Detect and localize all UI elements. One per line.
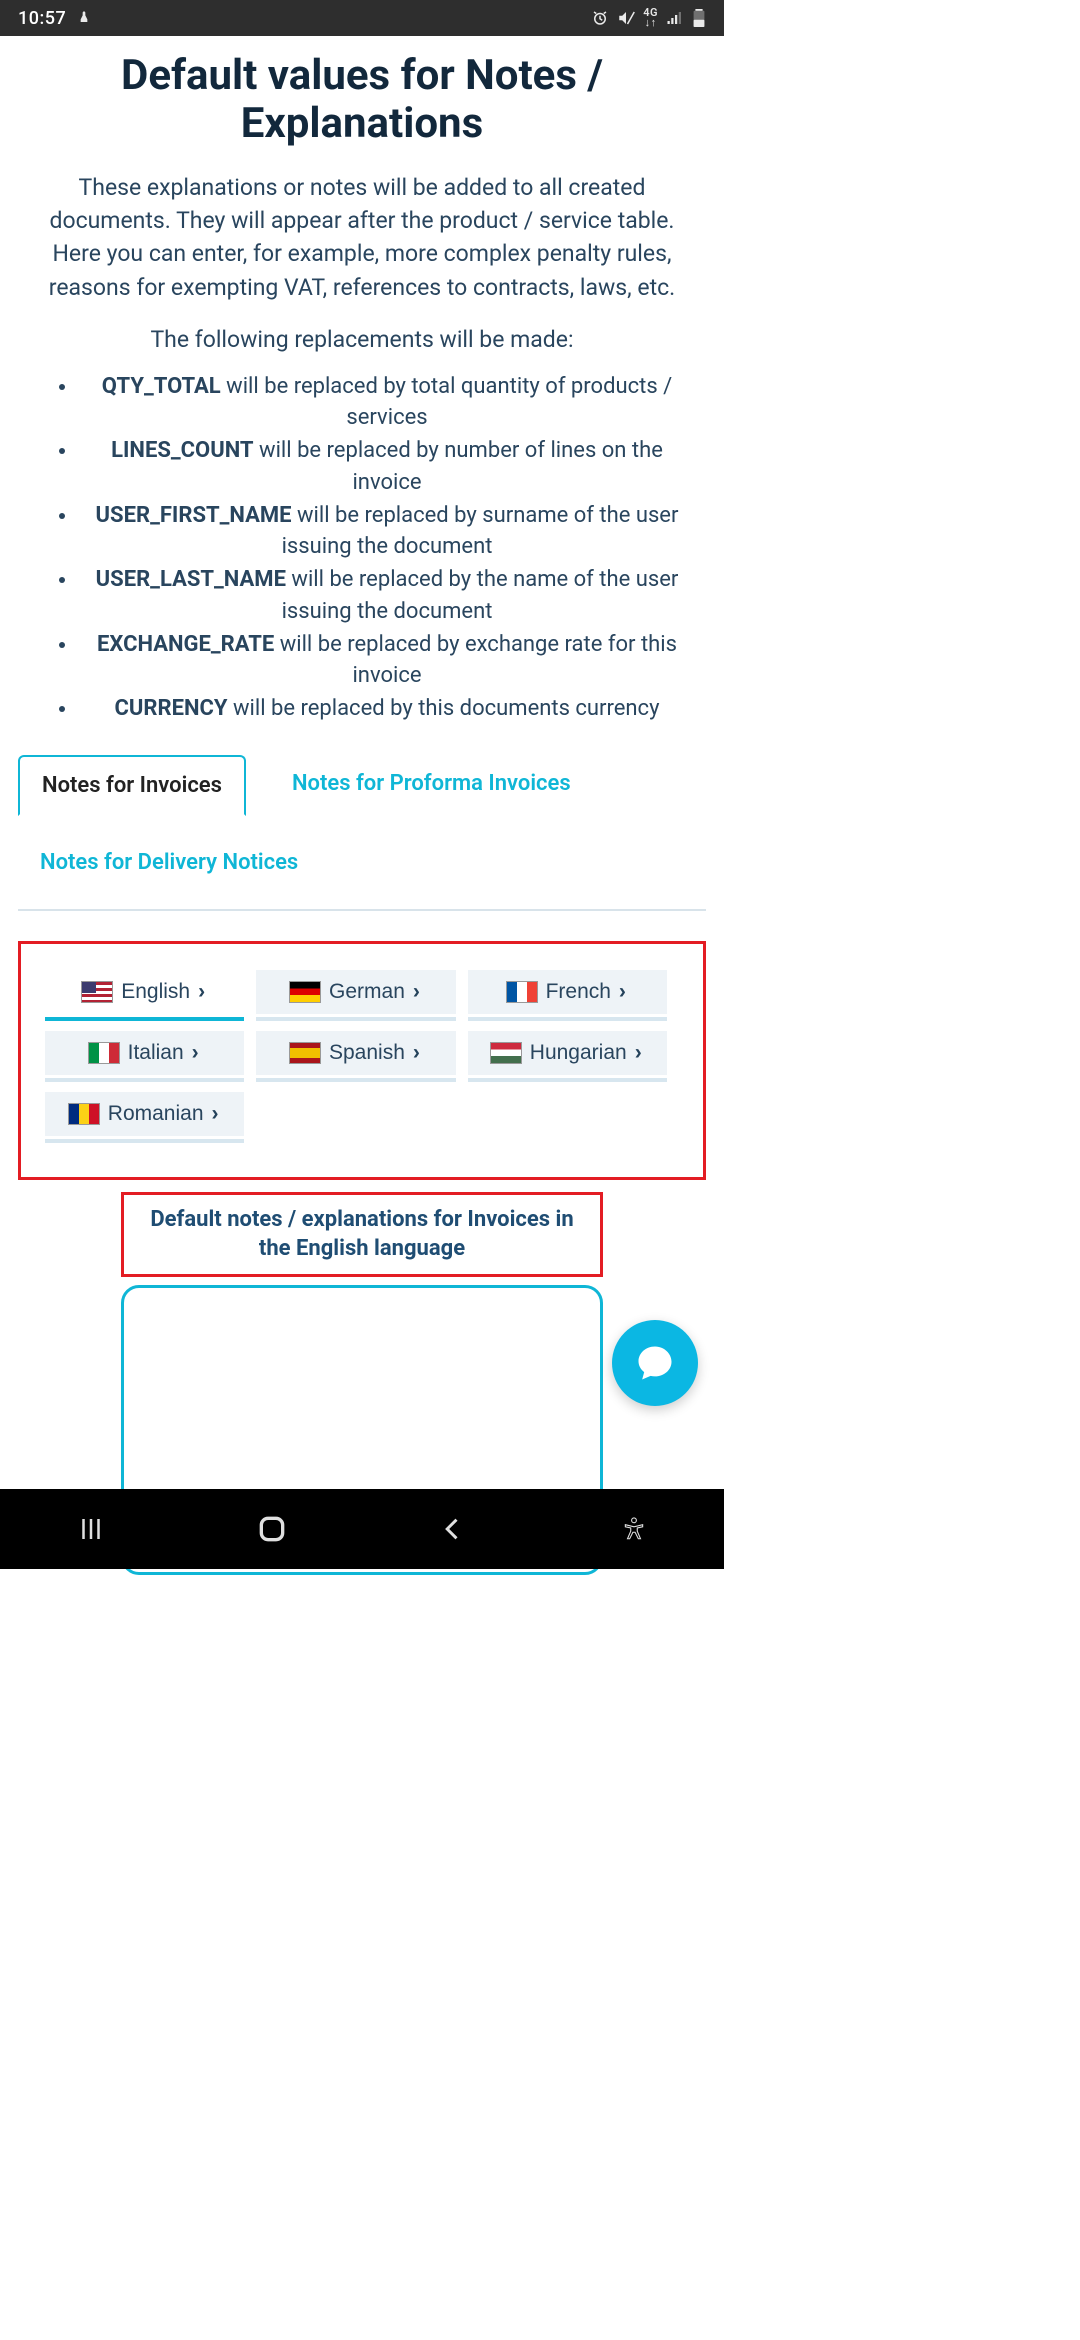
flag-de-icon — [289, 981, 321, 1003]
chevron-right-icon: › — [192, 1041, 199, 1065]
tab-notes-proforma[interactable]: Notes for Proforma Invoices — [270, 755, 593, 816]
lang-italian-button[interactable]: Italian › — [45, 1031, 244, 1075]
mute-icon — [617, 9, 635, 27]
flag-us-icon — [81, 981, 113, 1003]
lang-label: Italian — [128, 1041, 184, 1065]
lang-col-italian: Italian › — [45, 1031, 244, 1082]
lang-col-english: English › — [45, 970, 244, 1021]
android-nav-bar — [0, 1489, 724, 1569]
lang-label: French — [546, 980, 611, 1004]
network-arrows: ↓↑ — [645, 18, 657, 28]
flag-hu-icon — [490, 1042, 522, 1064]
lang-label: English — [121, 980, 190, 1004]
flag-it-icon — [88, 1042, 120, 1064]
lang-spanish-button[interactable]: Spanish › — [256, 1031, 455, 1075]
lang-hungarian-button[interactable]: Hungarian › — [468, 1031, 667, 1075]
chevron-right-icon: › — [413, 980, 420, 1004]
chevron-right-icon: › — [635, 1041, 642, 1065]
lang-english-button[interactable]: English › — [45, 970, 244, 1014]
lang-underline — [468, 1017, 667, 1021]
language-selector-box: English › German › French › — [18, 941, 706, 1180]
nav-back-button[interactable] — [423, 1499, 483, 1559]
flag-fr-icon — [506, 981, 538, 1003]
section-heading: Default notes / explanations for Invoice… — [121, 1192, 603, 1277]
prayer-icon — [76, 10, 92, 26]
lang-col-hungarian: Hungarian › — [468, 1031, 667, 1082]
lang-german-button[interactable]: German › — [256, 970, 455, 1014]
status-right: 4G ↓↑ — [591, 8, 706, 28]
lang-col-french: French › — [468, 970, 667, 1021]
flag-ro-icon — [68, 1103, 100, 1125]
intro-text: These explanations or notes will be adde… — [18, 171, 706, 304]
tab-notes-invoices[interactable]: Notes for Invoices — [18, 755, 246, 816]
lang-label: Spanish — [329, 1041, 405, 1065]
lang-underline — [256, 1078, 455, 1082]
lang-romanian-button[interactable]: Romanian › — [45, 1092, 244, 1136]
status-bar: 10:57 4G ↓↑ — [0, 0, 724, 36]
chat-icon — [633, 1341, 677, 1385]
replacement-item: USER_LAST_NAME will be replaced by the n… — [78, 564, 696, 626]
lang-col-german: German › — [256, 970, 455, 1021]
tab-notes-delivery[interactable]: Notes for Delivery Notices — [18, 834, 320, 891]
lang-underline — [256, 1017, 455, 1021]
lang-underline — [45, 1078, 244, 1082]
nav-recent-button[interactable] — [61, 1499, 121, 1559]
chevron-right-icon: › — [413, 1041, 420, 1065]
status-time: 10:57 — [18, 8, 66, 29]
nav-home-button[interactable] — [242, 1499, 302, 1559]
replacement-item: USER_FIRST_NAME will be replaced by surn… — [78, 500, 696, 562]
lang-underline — [45, 1017, 244, 1021]
replacements-intro: The following replacements will be made: — [18, 326, 706, 353]
chevron-right-icon: › — [198, 980, 205, 1004]
replacement-item: QTY_TOTAL will be replaced by total quan… — [78, 371, 696, 433]
language-grid: English › German › French › — [45, 970, 679, 1143]
lang-label: Hungarian — [530, 1041, 627, 1065]
replacements-list: QTY_TOTAL will be replaced by total quan… — [18, 371, 706, 725]
signal-icon — [666, 9, 684, 27]
nav-accessibility-button[interactable] — [604, 1499, 664, 1559]
lang-col-romanian: Romanian › — [45, 1092, 244, 1143]
chat-fab-button[interactable] — [612, 1320, 698, 1406]
replacement-item: CURRENCY will be replaced by this docume… — [78, 693, 696, 724]
lang-french-button[interactable]: French › — [468, 970, 667, 1014]
flag-es-icon — [289, 1042, 321, 1064]
status-left: 10:57 — [18, 8, 92, 29]
chevron-right-icon: › — [619, 980, 626, 1004]
replacement-item: LINES_COUNT will be replaced by number o… — [78, 435, 696, 497]
page-title: Default values for Notes / Explanations — [18, 52, 706, 149]
lang-underline — [45, 1139, 244, 1143]
chevron-right-icon: › — [212, 1102, 219, 1126]
battery-icon — [692, 9, 706, 27]
lang-label: Romanian — [108, 1102, 204, 1126]
replacement-item: EXCHANGE_RATE will be replaced by exchan… — [78, 629, 696, 691]
lang-col-spanish: Spanish › — [256, 1031, 455, 1082]
alarm-icon — [591, 9, 609, 27]
lang-label: German — [329, 980, 405, 1004]
lang-underline — [468, 1078, 667, 1082]
tabs: Notes for Invoices Notes for Proforma In… — [18, 755, 706, 911]
